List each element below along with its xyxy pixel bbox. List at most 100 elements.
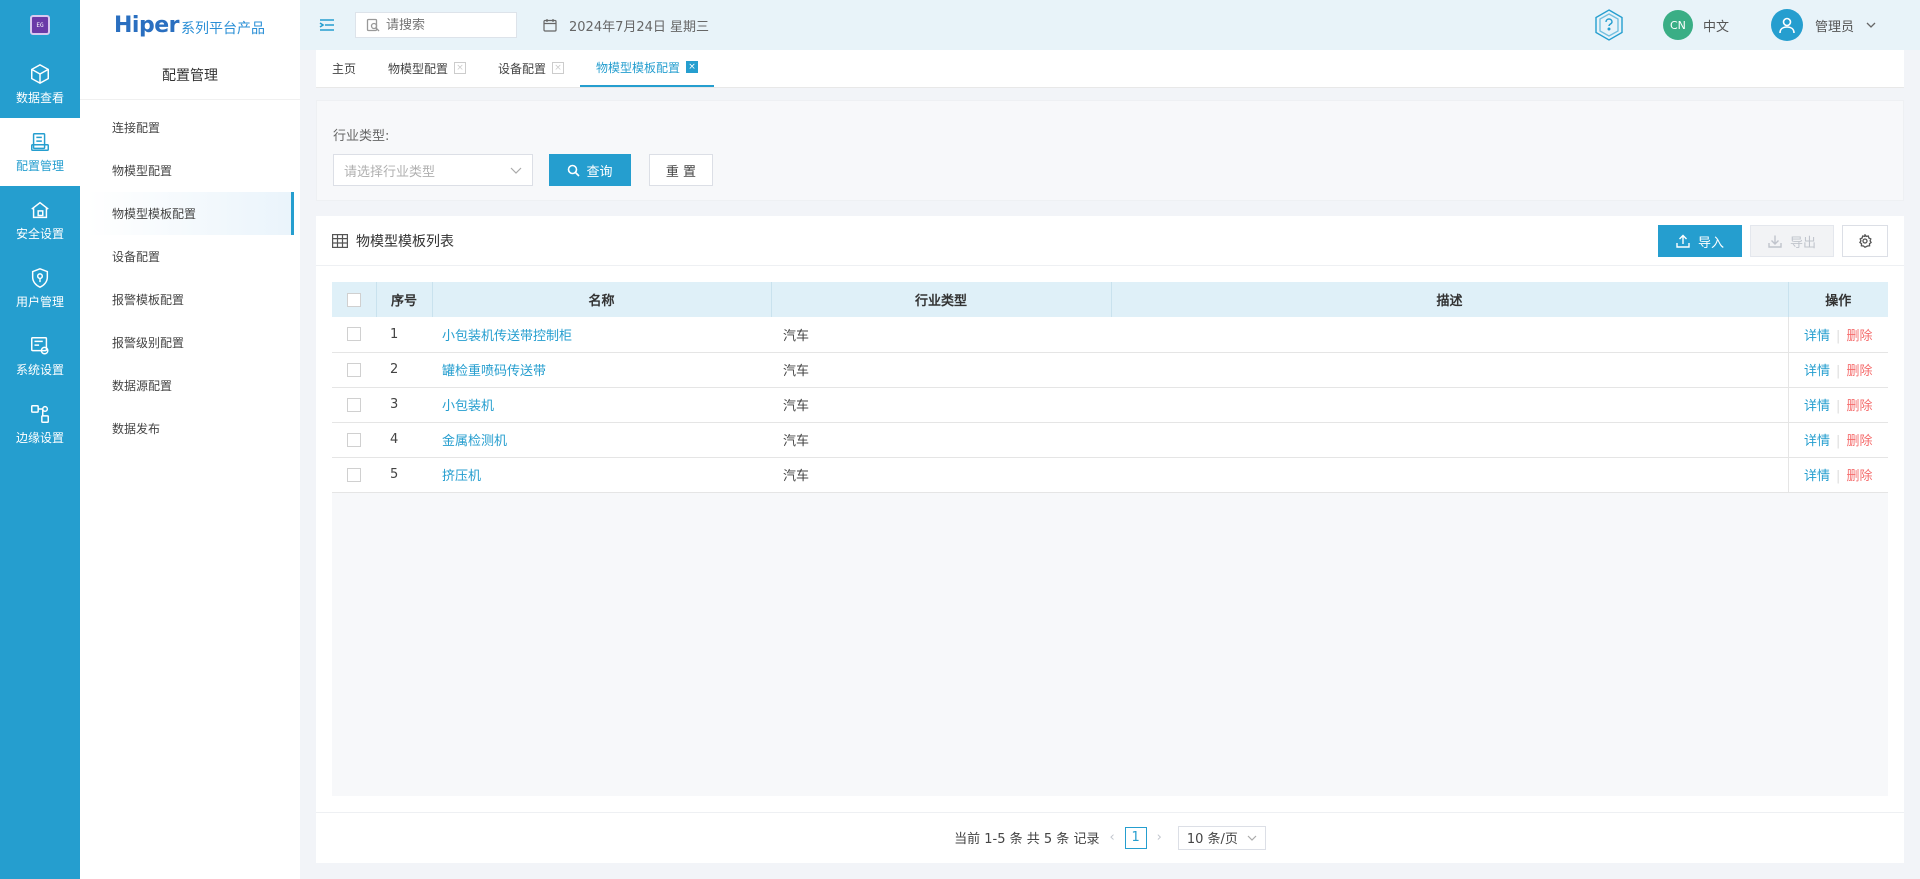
close-icon[interactable]: × xyxy=(686,61,699,73)
rail-item-label: 系统设置 xyxy=(15,362,64,377)
delete-link[interactable]: 删除 xyxy=(1846,399,1872,414)
rail-item-user-management[interactable]: 用户管理 xyxy=(0,254,80,322)
tab-thing-model-config[interactable]: 物模型配置 × xyxy=(372,49,482,87)
language-badge[interactable]: CN xyxy=(1662,10,1693,40)
date-display: 2024年7月24日 星期三 xyxy=(543,16,709,35)
calendar-icon xyxy=(543,19,557,32)
rail-item-config[interactable]: 配置管理 xyxy=(0,118,80,186)
tab-label: 设备配置 xyxy=(498,61,547,76)
rail-item-label: 用户管理 xyxy=(15,294,64,309)
row-checkbox[interactable] xyxy=(347,432,361,447)
sidebar-item-thing-model-config[interactable]: 物模型配置 xyxy=(80,149,300,192)
detail-link[interactable]: 详情 xyxy=(1804,434,1830,449)
export-button-label: 导出 xyxy=(1789,235,1816,251)
table-row: 2 罐检重喷码传送带 汽车 详情 | 删除 xyxy=(332,352,1888,388)
user-name[interactable]: 管理员 xyxy=(1815,16,1854,35)
row-name-link[interactable]: 小包装机传送带控制柜 xyxy=(442,329,572,344)
sidebar-item-alarm-level-config[interactable]: 报警级别配置 xyxy=(80,321,300,364)
delete-link[interactable]: 删除 xyxy=(1846,469,1872,484)
select-all-checkbox[interactable] xyxy=(346,292,361,307)
search-input[interactable] xyxy=(386,17,506,33)
sidebar-item-label: 报警模板配置 xyxy=(112,293,185,307)
detail-link[interactable]: 详情 xyxy=(1804,399,1830,414)
sidebar-item-alarm-template-config[interactable]: 报警模板配置 xyxy=(80,278,300,321)
detail-link[interactable]: 详情 xyxy=(1804,364,1830,379)
delete-link[interactable]: 删除 xyxy=(1846,329,1872,344)
delete-link[interactable]: 删除 xyxy=(1846,364,1872,379)
row-checkbox[interactable] xyxy=(347,327,361,342)
row-industry: 汽车 xyxy=(771,387,1111,423)
row-actions: 详情 | 删除 xyxy=(1787,317,1888,353)
row-select-cell xyxy=(332,422,376,458)
table-row: 1 小包装机传送带控制柜 汽车 详情 | 删除 xyxy=(332,317,1888,353)
close-icon[interactable]: × xyxy=(454,62,467,74)
delete-link[interactable]: 删除 xyxy=(1846,434,1872,449)
industry-type-label: 行业类型: xyxy=(333,129,390,144)
tab-device-config[interactable]: 设备配置 × xyxy=(482,49,580,87)
chevron-down-icon xyxy=(1247,835,1257,841)
rail-item-security[interactable]: 安全设置 xyxy=(0,186,80,254)
row-checkbox[interactable] xyxy=(347,362,361,377)
rail-item-label: 数据查看 xyxy=(15,90,64,105)
industry-type-select[interactable]: 请选择行业类型 xyxy=(333,154,533,186)
tab-home[interactable]: 主页 xyxy=(316,49,372,87)
row-name-link[interactable]: 小包装机 xyxy=(442,399,494,414)
next-page-icon[interactable]: › xyxy=(1157,830,1162,845)
column-settings-button[interactable] xyxy=(1842,225,1888,257)
row-industry: 汽车 xyxy=(771,317,1111,353)
sidebar-item-data-publish[interactable]: 数据发布 xyxy=(80,407,300,450)
help-shield-icon[interactable] xyxy=(1591,7,1627,43)
row-checkbox[interactable] xyxy=(347,397,361,412)
row-industry: 汽车 xyxy=(771,352,1111,388)
row-index: 3 xyxy=(376,387,432,423)
app-logo[interactable]: EG xyxy=(0,0,80,50)
row-actions: 详情 | 删除 xyxy=(1787,352,1888,388)
row-checkbox[interactable] xyxy=(347,467,361,482)
row-select-cell xyxy=(332,317,376,353)
page-size-select[interactable]: 10 条/页 xyxy=(1177,825,1266,850)
menu-toggle-icon[interactable] xyxy=(315,13,339,37)
query-button[interactable]: 查询 xyxy=(549,154,631,186)
row-industry: 汽车 xyxy=(771,422,1111,458)
row-select-cell xyxy=(332,387,376,423)
table-container: 序号 名称 行业类型 描述 操作 1 小包装机传送带控制柜 汽车 详情 | 删除 xyxy=(332,282,1888,796)
detail-link[interactable]: 详情 xyxy=(1804,469,1830,484)
rail-item-data-view[interactable]: 数据查看 xyxy=(0,50,80,118)
column-header-description: 描述 xyxy=(1111,282,1789,317)
user-avatar[interactable] xyxy=(1770,9,1803,41)
search-box[interactable] xyxy=(355,12,517,38)
rail-item-label: 安全设置 xyxy=(15,226,64,241)
sidebar-item-label: 物模型配置 xyxy=(112,164,173,178)
brand-logo[interactable]: Hiper 系列平台产品 xyxy=(80,0,300,50)
prev-page-icon[interactable]: ‹ xyxy=(1109,830,1114,845)
header-right: CN 中文 管理员 xyxy=(1591,0,1920,50)
rail-item-edge-settings[interactable]: 边缘设置 xyxy=(0,390,80,458)
sidebar-item-device-config[interactable]: 设备配置 xyxy=(80,235,300,278)
reset-button[interactable]: 重 置 xyxy=(649,154,713,186)
brand-suffix: 系列平台产品 xyxy=(180,21,265,37)
icon-rail: EG 数据查看 配置管理 安全设置 用户管理 系统设置 边缘设置 xyxy=(0,0,80,879)
rail-item-system-settings[interactable]: 系统设置 xyxy=(0,322,80,390)
detail-link[interactable]: 详情 xyxy=(1804,329,1830,344)
sidebar-item-connection-config[interactable]: 连接配置 xyxy=(80,106,300,149)
chevron-down-icon[interactable] xyxy=(1866,20,1876,30)
export-button[interactable]: 导出 xyxy=(1750,225,1834,257)
language-label[interactable]: 中文 xyxy=(1703,16,1729,35)
sidebar-item-datasource-config[interactable]: 数据源配置 xyxy=(80,364,300,407)
import-button-label: 导入 xyxy=(1697,235,1724,251)
sidebar-item-thing-model-template-config[interactable]: 物模型模板配置 xyxy=(88,192,294,235)
import-button[interactable]: 导入 xyxy=(1658,225,1742,257)
page-number-button[interactable]: 1 xyxy=(1124,826,1147,849)
row-description xyxy=(1111,457,1788,493)
column-header-industry: 行业类型 xyxy=(771,282,1112,317)
action-separator: | xyxy=(1836,364,1841,379)
row-name-link[interactable]: 挤压机 xyxy=(442,469,481,484)
action-separator: | xyxy=(1836,399,1841,414)
row-name-link[interactable]: 金属检测机 xyxy=(442,434,507,449)
close-icon[interactable]: × xyxy=(552,62,565,74)
sidebar-item-label: 数据源配置 xyxy=(112,379,173,393)
tab-thing-model-template-config[interactable]: 物模型模板配置 × xyxy=(580,49,715,87)
row-name-link[interactable]: 罐检重喷码传送带 xyxy=(442,364,546,379)
row-index: 1 xyxy=(376,317,432,353)
table-header-row: 序号 名称 行业类型 描述 操作 xyxy=(332,282,1888,317)
